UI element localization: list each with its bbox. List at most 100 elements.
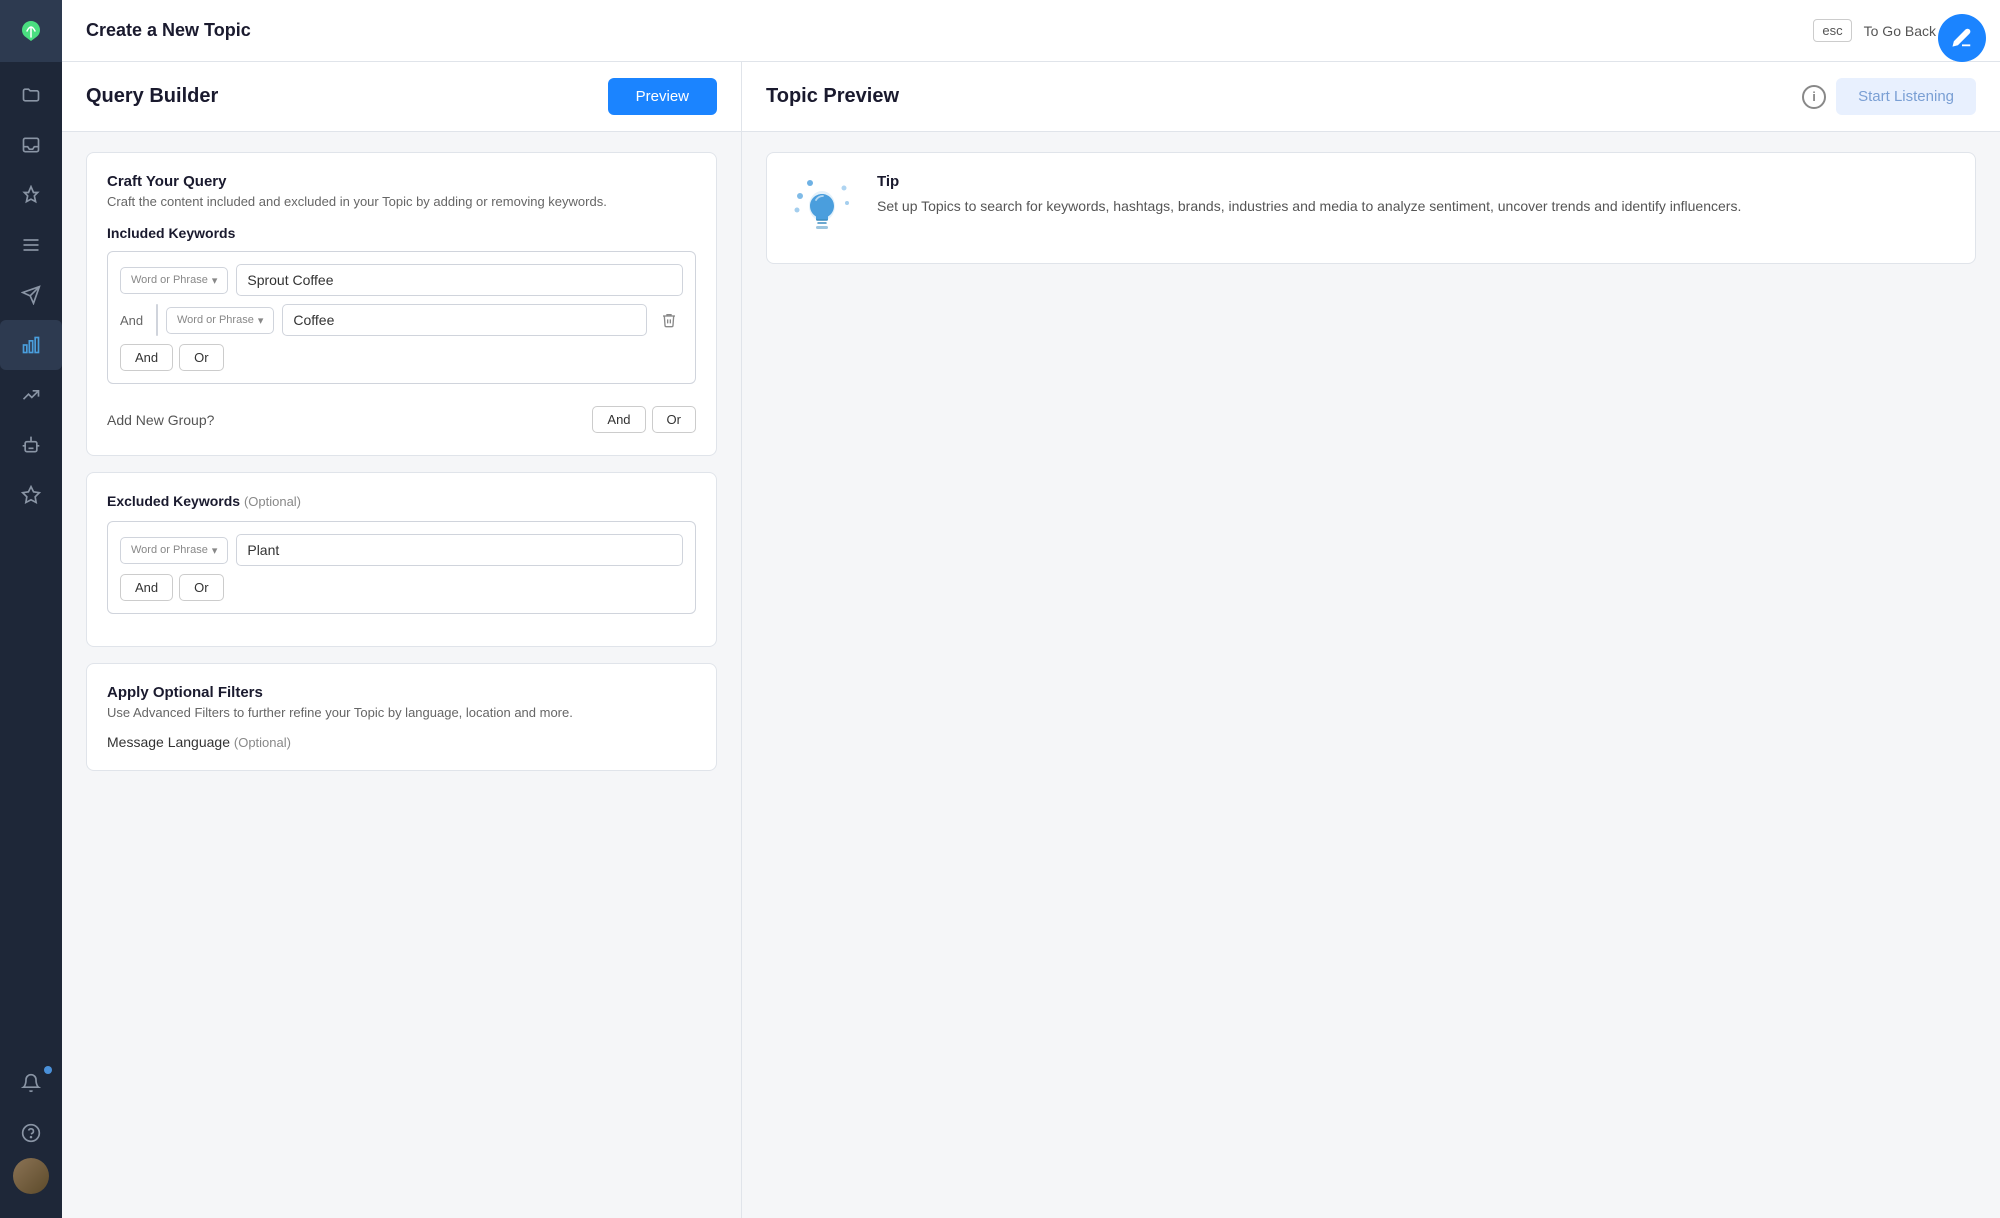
sidebar-item-list[interactable] xyxy=(0,220,62,270)
keyword-row-1: Word or Phrase ▾ xyxy=(120,264,683,296)
notification-dot xyxy=(44,1066,52,1074)
pin-icon xyxy=(21,185,41,205)
and-or-buttons-excluded: And Or xyxy=(120,574,683,601)
trash-icon xyxy=(661,312,677,328)
query-builder-header: Query Builder Preview xyxy=(62,62,741,132)
esc-badge: esc xyxy=(1813,19,1851,42)
tip-description: Set up Topics to search for keywords, ha… xyxy=(877,196,1741,217)
sidebar-item-folder[interactable] xyxy=(0,70,62,120)
folder-icon xyxy=(21,85,41,105)
page-title: Create a New Topic xyxy=(86,20,251,41)
keyword-row-2: And Word or Phrase ▾ xyxy=(120,304,683,336)
body-split: Query Builder Preview Craft Your Query C… xyxy=(62,62,2000,1218)
bell-icon xyxy=(21,1073,41,1093)
avatar-image xyxy=(13,1158,49,1194)
sidebar-bottom xyxy=(0,1058,62,1218)
and-button-excluded[interactable]: And xyxy=(120,574,173,601)
sidebar-item-robot[interactable] xyxy=(0,420,62,470)
included-keywords-title: Included Keywords xyxy=(107,225,696,241)
add-new-group-label: Add New Group? xyxy=(107,412,214,428)
right-panel-content: Tip Set up Topics to search for keywords… xyxy=(742,132,2000,1218)
filters-title: Apply Optional Filters xyxy=(107,684,696,701)
sidebar-item-star[interactable] xyxy=(0,470,62,520)
info-button[interactable]: i xyxy=(1802,85,1826,109)
sidebar-item-chart[interactable] xyxy=(0,370,62,420)
sidebar-item-help[interactable] xyxy=(0,1108,62,1158)
excluded-keywords-card: Excluded Keywords (Optional) Word or Phr… xyxy=(86,472,717,647)
sidebar-item-pin[interactable] xyxy=(0,170,62,220)
add-group-or-button[interactable]: Or xyxy=(652,406,696,433)
excluded-chevron-icon: ▾ xyxy=(212,544,218,557)
sidebar-item-send[interactable] xyxy=(0,270,62,320)
message-language-optional: (Optional) xyxy=(234,735,291,750)
add-group-buttons: And Or xyxy=(592,406,696,433)
chevron-down-icon-1: ▾ xyxy=(212,274,218,287)
and-or-buttons-group1: And Or xyxy=(120,344,683,371)
add-new-group-row: Add New Group? And Or xyxy=(107,396,696,435)
edit-fab-button[interactable] xyxy=(1938,14,1986,62)
keyword-type-select-2[interactable]: Word or Phrase ▾ xyxy=(166,307,274,334)
keyword-type-label-2: Word or Phrase xyxy=(177,314,254,326)
query-builder-title: Query Builder xyxy=(86,85,218,108)
to-go-back-label: To Go Back xyxy=(1864,23,1936,39)
right-panel-actions: i Start Listening xyxy=(1802,78,1976,115)
tip-card: Tip Set up Topics to search for keywords… xyxy=(766,152,1976,264)
excluded-keyword-row-1: Word or Phrase ▾ xyxy=(120,534,683,566)
excluded-keyword-input-1[interactable] xyxy=(236,534,683,566)
and-connector-label: And xyxy=(120,313,148,328)
avatar[interactable] xyxy=(13,1158,49,1194)
sprout-logo-icon xyxy=(17,17,45,45)
star-icon xyxy=(21,485,41,505)
analytics-icon xyxy=(21,335,41,355)
tip-icon-area xyxy=(787,173,857,243)
filters-card: Apply Optional Filters Use Advanced Filt… xyxy=(86,663,717,771)
craft-query-title: Craft Your Query xyxy=(107,173,696,190)
tip-text-area: Tip Set up Topics to search for keywords… xyxy=(877,173,1741,217)
inbox-icon xyxy=(21,135,41,155)
sidebar-navigation xyxy=(0,62,62,1058)
edit-icon xyxy=(1951,27,1973,49)
preview-button[interactable]: Preview xyxy=(608,78,717,115)
chevron-down-icon-2: ▾ xyxy=(258,314,264,327)
main-content: Create a New Topic esc To Go Back × Quer… xyxy=(62,0,2000,1218)
send-icon xyxy=(21,285,41,305)
sidebar xyxy=(0,0,62,1218)
tip-title: Tip xyxy=(877,173,1741,190)
filters-subtitle: Use Advanced Filters to further refine y… xyxy=(107,705,696,720)
connector-line xyxy=(156,304,158,336)
sidebar-item-analytics[interactable] xyxy=(0,320,62,370)
page-header: Create a New Topic esc To Go Back × xyxy=(62,0,2000,62)
excluded-keyword-type-select-1[interactable]: Word or Phrase ▾ xyxy=(120,537,228,564)
help-icon xyxy=(21,1123,41,1143)
keyword-type-select-1[interactable]: Word or Phrase ▾ xyxy=(120,267,228,294)
excluded-keywords-header: Excluded Keywords (Optional) xyxy=(107,493,696,509)
excluded-keyword-type-label: Word or Phrase xyxy=(131,544,208,556)
craft-query-card: Craft Your Query Craft the content inclu… xyxy=(86,152,717,456)
sidebar-item-inbox[interactable] xyxy=(0,120,62,170)
message-language-label: Message Language (Optional) xyxy=(107,734,696,750)
start-listening-button[interactable]: Start Listening xyxy=(1836,78,1976,115)
lightbulb-icon xyxy=(792,178,852,238)
right-panel: Topic Preview i Start Listening xyxy=(742,62,2000,1218)
or-button-group1[interactable]: Or xyxy=(179,344,223,371)
add-group-and-button[interactable]: And xyxy=(592,406,645,433)
excluded-optional-label: (Optional) xyxy=(244,494,301,509)
delete-keyword-button[interactable] xyxy=(655,306,683,334)
included-keywords-group: Word or Phrase ▾ And Word or Phrase ▾ xyxy=(107,251,696,384)
sidebar-logo[interactable] xyxy=(0,0,62,62)
keyword-type-label-1: Word or Phrase xyxy=(131,274,208,286)
excluded-keywords-title: Excluded Keywords xyxy=(107,493,240,509)
topic-preview-title: Topic Preview xyxy=(766,85,899,108)
topic-preview-header: Topic Preview i Start Listening xyxy=(742,62,2000,132)
sidebar-item-notifications[interactable] xyxy=(0,1058,62,1108)
or-button-excluded[interactable]: Or xyxy=(179,574,223,601)
left-panel: Query Builder Preview Craft Your Query C… xyxy=(62,62,742,1218)
robot-icon xyxy=(21,435,41,455)
list-icon xyxy=(21,235,41,255)
keyword-input-2[interactable] xyxy=(282,304,647,336)
excluded-keywords-group: Word or Phrase ▾ And Or xyxy=(107,521,696,614)
left-panel-scroll: Craft Your Query Craft the content inclu… xyxy=(62,132,741,1218)
keyword-input-1[interactable] xyxy=(236,264,683,296)
chart-icon xyxy=(21,385,41,405)
and-button-group1[interactable]: And xyxy=(120,344,173,371)
